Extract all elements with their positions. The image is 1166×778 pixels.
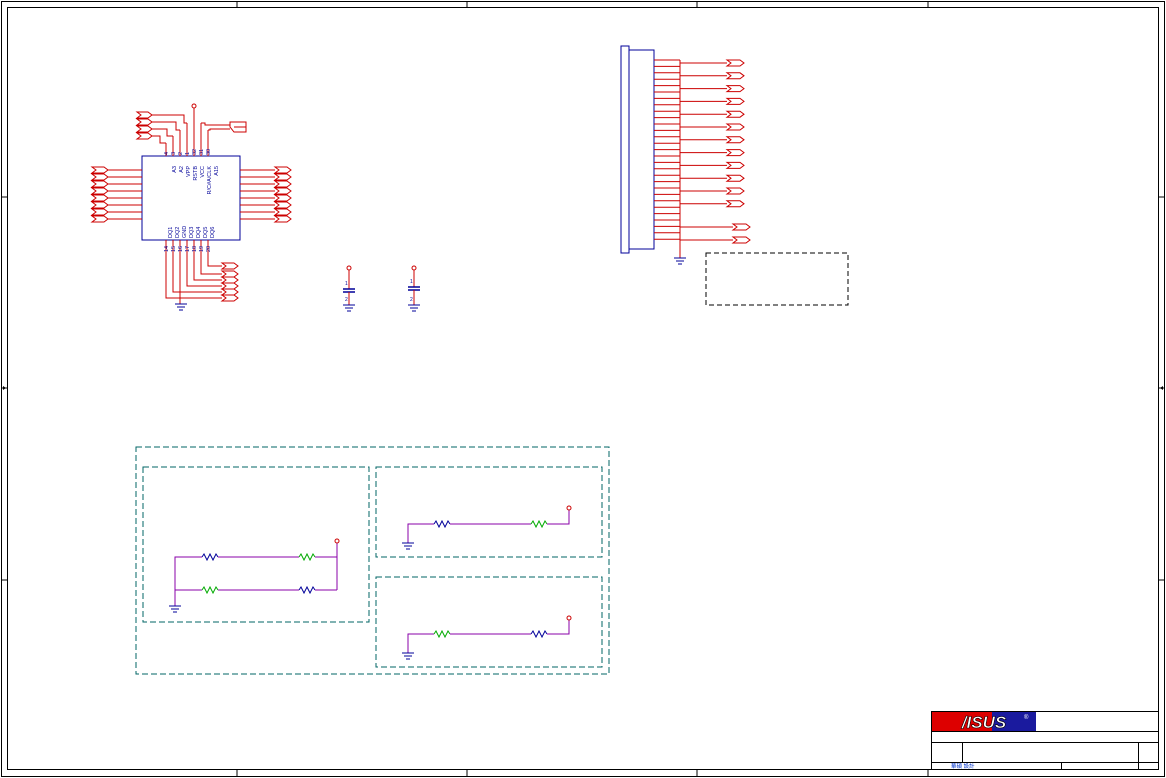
pin-number: 19 (199, 246, 205, 252)
rom-chip: 4 3 2 1 32 31 30 A3 A2 VPP RSTB VCC R/C#… (90, 103, 292, 311)
offpage-connector (725, 110, 745, 118)
schematic-sheet: 4 3 2 1 32 31 30 A3 A2 VPP RSTB VCC R/C#… (1, 1, 1165, 777)
rom-left-pins (90, 166, 142, 223)
cap-pin-top: 1 (345, 281, 348, 287)
rom-right-pins (240, 166, 292, 223)
cap-pin-bottom: 2 (410, 297, 413, 303)
pin-name: R/C#A/CLK (207, 166, 213, 195)
pin-number: 16 (178, 246, 184, 252)
header-body-outer (620, 45, 630, 254)
registered-mark: ® (1024, 714, 1029, 721)
header-route-wire (679, 200, 727, 205)
right-top-option-circuit (402, 505, 572, 550)
offpage-connector (731, 236, 751, 244)
rom-top-left-connectors (135, 111, 153, 140)
pin-number: 18 (192, 246, 198, 252)
pin-name: VPP (186, 166, 192, 177)
offpage-connector (725, 72, 745, 80)
pin-name: A3 (172, 166, 178, 173)
capacitor-c2: 1 2 (408, 265, 420, 312)
right-bottom-option-circuit (402, 615, 572, 660)
left-option-circuit (169, 538, 340, 613)
offpage-connector (725, 123, 745, 131)
pin-name: A15 (214, 166, 220, 176)
pin-name: GND (182, 226, 188, 238)
header-body-inner (628, 49, 655, 250)
ferrite-bead (201, 585, 219, 595)
header-route-wire (679, 136, 727, 141)
pin-number: 17 (185, 246, 191, 252)
pin-number: 2 (178, 152, 184, 155)
header-gnd-symbol (674, 246, 686, 265)
header-route-wire (679, 98, 727, 102)
header-route-wire (679, 85, 727, 90)
header-route-wire (679, 162, 727, 166)
offpage-connector (725, 97, 745, 105)
pin-number: 4 (164, 152, 170, 155)
pin-number: 20 (206, 246, 212, 252)
pin-number: 3 (171, 152, 177, 155)
pin-name: VCC (200, 166, 206, 178)
offpage-connector (725, 136, 745, 144)
offpage-connector (725, 174, 745, 182)
footer-text: 華碩 設計 (951, 762, 975, 770)
header-route-wire (679, 175, 727, 179)
pin-number: 15 (171, 246, 177, 252)
header-pin-wires (654, 59, 733, 246)
title-block: /ISUS ® 華碩 設計 (931, 711, 1159, 770)
pin-number: 31 (199, 149, 205, 155)
offpage-connector (725, 161, 745, 169)
note-box (705, 252, 849, 306)
ferrite-bead (530, 519, 548, 529)
header-route-wire (679, 111, 727, 115)
rom-top-pin-labels: 4 3 2 1 32 31 30 A3 A2 VPP RSTB VCC R/C#… (164, 149, 220, 195)
pin-name: DQ6 (210, 227, 216, 238)
header-route-wire (679, 124, 727, 128)
header-route-wire (679, 60, 727, 64)
pin-name: DQ3 (189, 227, 195, 238)
pin-name: DQ5 (203, 227, 209, 238)
rom-top-pin-lines (152, 108, 230, 156)
pin-name: RSTB (193, 166, 199, 181)
resistor (530, 629, 548, 639)
offpage-connector (725, 200, 745, 208)
capacitor-c1: 1 2 (343, 265, 355, 312)
pin-name: A2 (179, 166, 185, 173)
pin-number: 14 (164, 246, 170, 252)
ferrite-bead (433, 629, 451, 639)
cap-pin-bottom: 2 (345, 297, 348, 303)
pin-name: DQ2 (175, 227, 181, 238)
offpage-connector (725, 149, 745, 157)
resistor (201, 552, 219, 562)
pin-name: DQ4 (196, 227, 202, 238)
company-logo: /ISUS ® (932, 712, 1036, 732)
zone-arrows (3, 386, 1163, 390)
pin-name: DQ1 (168, 227, 174, 238)
cap-pin-top: 1 (410, 279, 413, 285)
offpage-connector (725, 187, 745, 195)
group-left-box (142, 466, 370, 623)
offpage-connector (725, 59, 745, 67)
vcc-dot (191, 103, 197, 109)
rom-bottom-pin-labels: DQ1 DQ2 GND DQ3 DQ4 DQ5 DQ6 14 15 16 17 … (164, 226, 216, 252)
pin-number: 30 (206, 149, 212, 155)
pin-number: 32 (192, 149, 198, 155)
rom-top-right-connectors (229, 121, 247, 133)
logo-text: /ISUS (961, 713, 1007, 732)
header-route-wire (679, 72, 727, 77)
header-connector (620, 45, 751, 265)
header-offpage-connectors (725, 59, 751, 244)
resistor (433, 519, 451, 529)
sheet-border (1, 1, 1165, 777)
header-route-wire (679, 188, 727, 192)
ferrite-bead (298, 552, 316, 562)
header-route-wire (679, 149, 727, 154)
offpage-connector (725, 85, 745, 93)
rom-gnd-symbol (175, 303, 187, 311)
resistor (298, 585, 316, 595)
offpage-connector (731, 223, 751, 231)
pin-number: 1 (185, 152, 191, 155)
